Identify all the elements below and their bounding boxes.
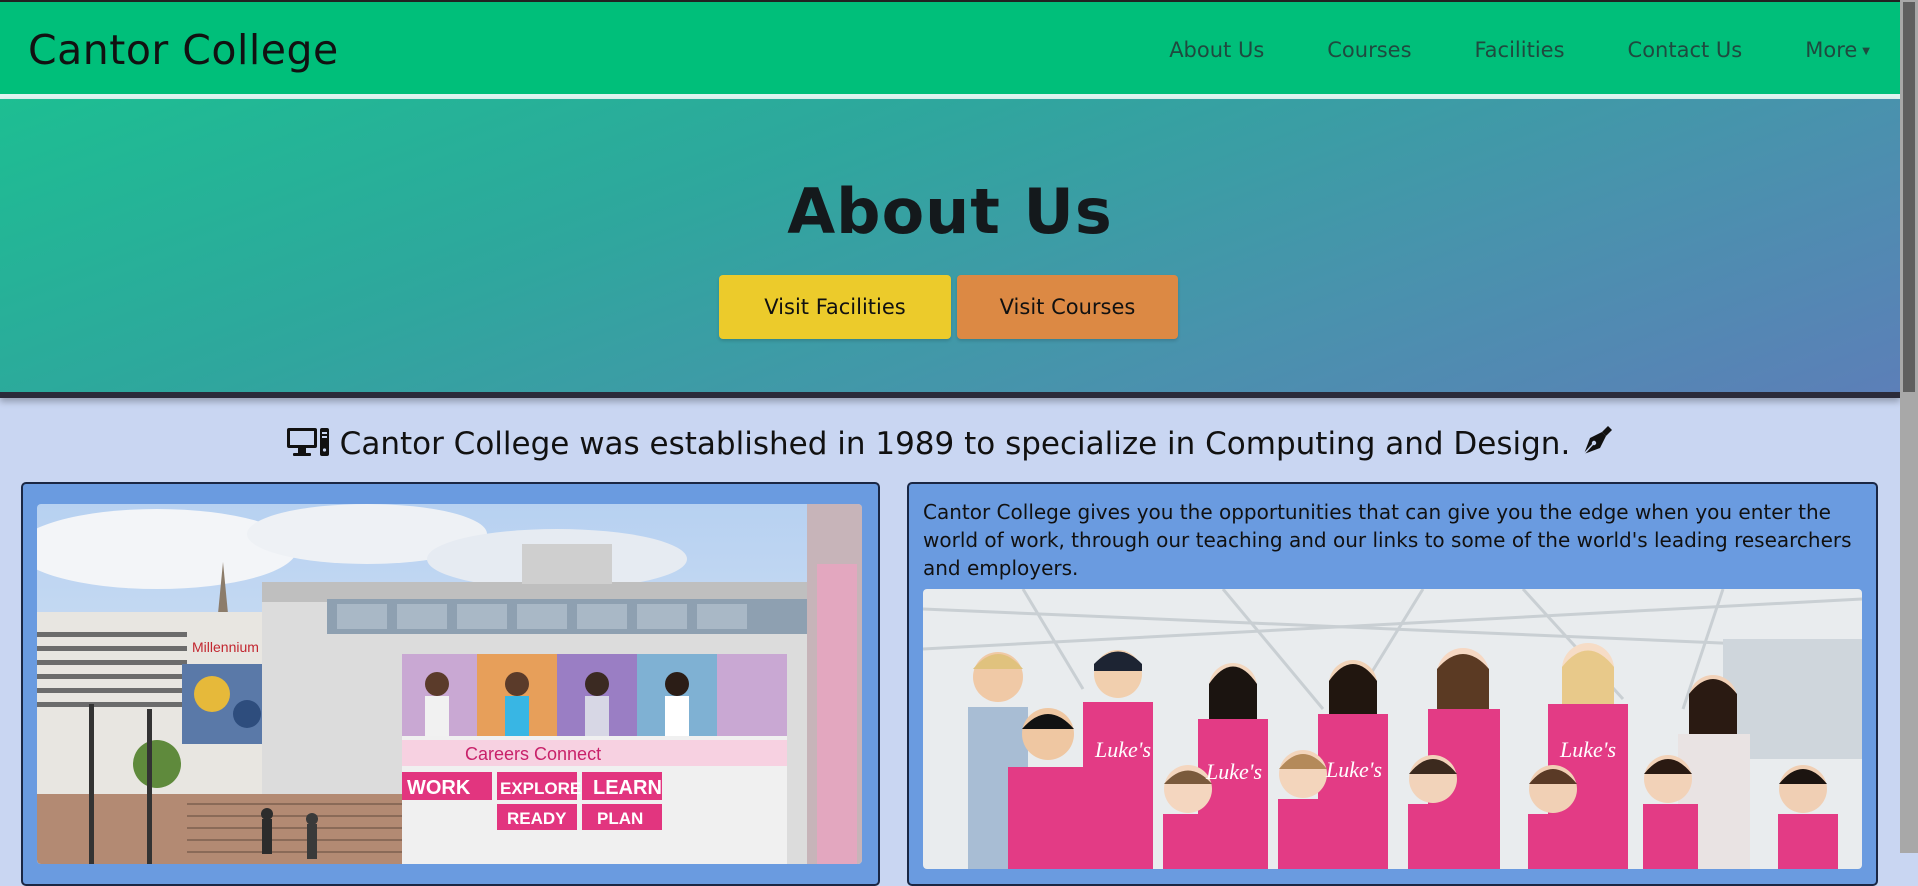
explore-sign: EXPLORE: [500, 779, 581, 798]
nav-links: About Us Courses Facilities Contact Us M…: [1106, 38, 1870, 62]
shirt-text-4: Luke's: [1559, 737, 1616, 762]
students-group-photo: Luke's Luke's Luke's Luke's: [923, 589, 1862, 869]
page-title: About Us: [787, 175, 1113, 248]
shirt-text-3: Luke's: [1325, 757, 1382, 782]
pen-nib-icon: [1580, 424, 1614, 466]
intro-text: Cantor College was established in 1989 t…: [339, 426, 1571, 462]
campus-panel: Millennium Gallery Careers Connect WORK …: [21, 482, 880, 886]
scrollbar-thumb[interactable]: [1903, 2, 1915, 392]
work-sign: WORK: [407, 777, 471, 799]
nav-contact-us[interactable]: Contact Us: [1628, 38, 1743, 62]
nav-facilities[interactable]: Facilities: [1475, 38, 1565, 62]
visit-courses-button[interactable]: Visit Courses: [957, 275, 1178, 339]
opportunities-text: Cantor College gives you the opportuniti…: [923, 500, 1852, 580]
caret-down-icon: ▼: [1862, 46, 1870, 57]
desktop-computer-icon: [286, 426, 330, 466]
shirt-text-1: Luke's: [1094, 737, 1151, 762]
plan-sign: PLAN: [597, 809, 643, 828]
intro-heading: Cantor College was established in 1989 t…: [0, 424, 1900, 466]
shirt-text-2: Luke's: [1205, 759, 1262, 784]
visit-facilities-button[interactable]: Visit Facilities: [719, 275, 951, 339]
careers-connect-sign: Careers Connect: [465, 744, 601, 764]
campus-building-photo: Millennium Gallery Careers Connect WORK …: [37, 504, 862, 864]
nav-more-dropdown[interactable]: More ▼: [1805, 38, 1870, 62]
learn-sign: LEARN: [593, 777, 662, 799]
ready-sign: READY: [507, 809, 567, 828]
navbar: Cantor College About Us Courses Faciliti…: [0, 2, 1900, 99]
opportunities-panel: Cantor College gives you the opportuniti…: [907, 482, 1878, 886]
brand-logo-text[interactable]: Cantor College: [28, 26, 339, 74]
nav-courses[interactable]: Courses: [1327, 38, 1411, 62]
nav-more-label: More: [1805, 38, 1858, 62]
hero-banner: About Us Visit Facilities Visit Courses: [0, 99, 1900, 398]
nav-about-us[interactable]: About Us: [1169, 38, 1264, 62]
